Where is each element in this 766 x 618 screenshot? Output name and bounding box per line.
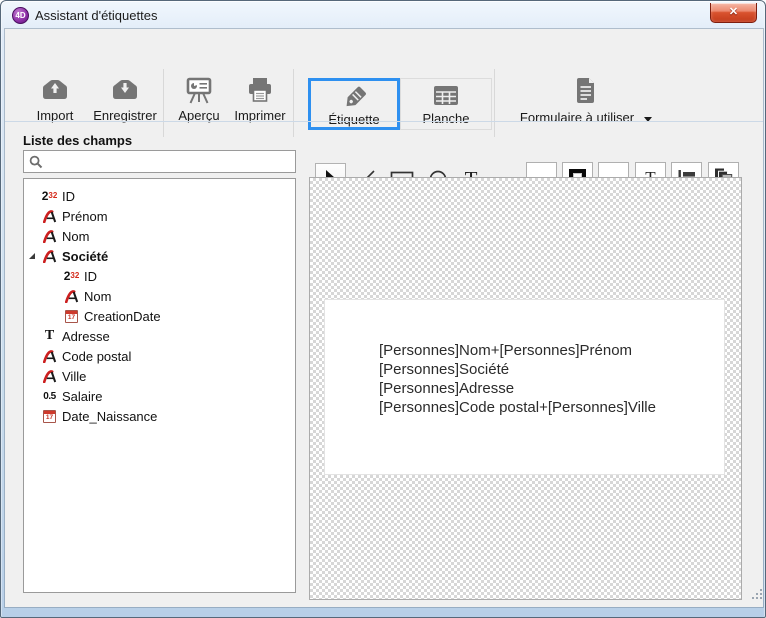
field-row-prenom[interactable]: Prénom — [24, 206, 295, 226]
field-row-societe[interactable]: Société — [24, 246, 295, 266]
field-row-code-postal[interactable]: Code postal — [24, 346, 295, 366]
form-document-icon — [575, 74, 597, 106]
alpha-field-icon — [40, 250, 59, 263]
title-bar[interactable]: 4D Assistant d'étiquettes ✕ — [2, 2, 764, 29]
field-row-creationdate[interactable]: 17 CreationDate — [24, 306, 295, 326]
form-to-use-menu[interactable]: Formulaire à utiliser — [511, 74, 661, 132]
toolbar-separator — [163, 69, 164, 137]
date-field-icon: 17 — [40, 410, 59, 423]
save-tray-icon — [110, 74, 140, 106]
alpha-field-icon — [40, 350, 59, 363]
label-field-line[interactable]: [Personnes]Adresse — [379, 379, 724, 398]
field-row-salaire[interactable]: 0.5 Salaire — [24, 386, 295, 406]
preview-easel-icon — [184, 74, 214, 106]
field-row-adresse[interactable]: T Adresse — [24, 326, 295, 346]
printer-icon — [245, 74, 275, 106]
field-row-date-naissance[interactable]: 17 Date_Naissance — [24, 406, 295, 426]
tab-etiquette-label: Étiquette — [328, 112, 379, 127]
close-button[interactable]: ✕ — [710, 3, 757, 23]
field-row-societe-nom[interactable]: Nom — [24, 286, 295, 306]
field-list[interactable]: 232 ID Prénom Nom Société 232 ID — [23, 178, 296, 593]
label-wizard-window: 4D Assistant d'étiquettes ✕ Import Enreg… — [0, 0, 766, 618]
form-to-use-label: Formulaire à utiliser — [520, 110, 634, 125]
longint-field-icon: 232 — [40, 189, 59, 203]
sheet-grid-icon — [433, 81, 459, 111]
tab-etiquette[interactable]: Étiquette — [308, 78, 400, 130]
screen: 4D Assistant d'étiquettes ✕ Import Enreg… — [0, 0, 766, 618]
longint-field-icon: 232 — [62, 269, 81, 283]
field-search-box[interactable] — [23, 150, 296, 173]
window-title: Assistant d'étiquettes — [35, 2, 157, 29]
alpha-field-icon — [40, 230, 59, 243]
label-field-line[interactable]: [Personnes]Société — [379, 360, 724, 379]
field-row-nom[interactable]: Nom — [24, 226, 295, 246]
import-tray-icon — [40, 74, 70, 106]
field-row-societe-id[interactable]: 232 ID — [24, 266, 295, 286]
toolbar-separator — [293, 69, 294, 137]
label-object[interactable]: [Personnes]Nom+[Personnes]Prénom [Person… — [324, 299, 725, 475]
tree-expander-icon[interactable] — [29, 253, 35, 259]
field-row-id[interactable]: 232 ID — [24, 186, 295, 206]
text-field-icon: T — [40, 328, 59, 344]
field-search-input[interactable] — [48, 152, 293, 171]
resize-grip[interactable] — [752, 589, 754, 591]
field-row-ville[interactable]: Ville — [24, 366, 295, 386]
real-field-icon: 0.5 — [40, 391, 59, 402]
tab-planche-label: Planche — [423, 111, 470, 126]
app-logo-4d-icon: 4D — [12, 7, 29, 24]
design-canvas[interactable]: [Personnes]Nom+[Personnes]Prénom [Person… — [309, 177, 742, 600]
label-field-line[interactable]: [Personnes]Code postal+[Personnes]Ville — [379, 398, 724, 417]
client-area: Import Enregistrer Aperçu Imprimer — [5, 29, 763, 607]
alpha-field-icon — [40, 210, 59, 223]
toolbar-divider — [5, 121, 763, 122]
field-list-title: Liste des champs — [23, 133, 132, 148]
alpha-field-icon — [62, 290, 81, 303]
label-field-line[interactable]: [Personnes]Nom+[Personnes]Prénom — [379, 341, 724, 360]
search-icon — [29, 155, 43, 169]
date-field-icon: 17 — [62, 310, 81, 323]
tag-icon — [340, 83, 368, 112]
tab-planche[interactable]: Planche — [400, 78, 492, 130]
alpha-field-icon — [40, 370, 59, 383]
close-icon: ✕ — [729, 6, 738, 18]
toolbar-separator — [494, 69, 495, 137]
